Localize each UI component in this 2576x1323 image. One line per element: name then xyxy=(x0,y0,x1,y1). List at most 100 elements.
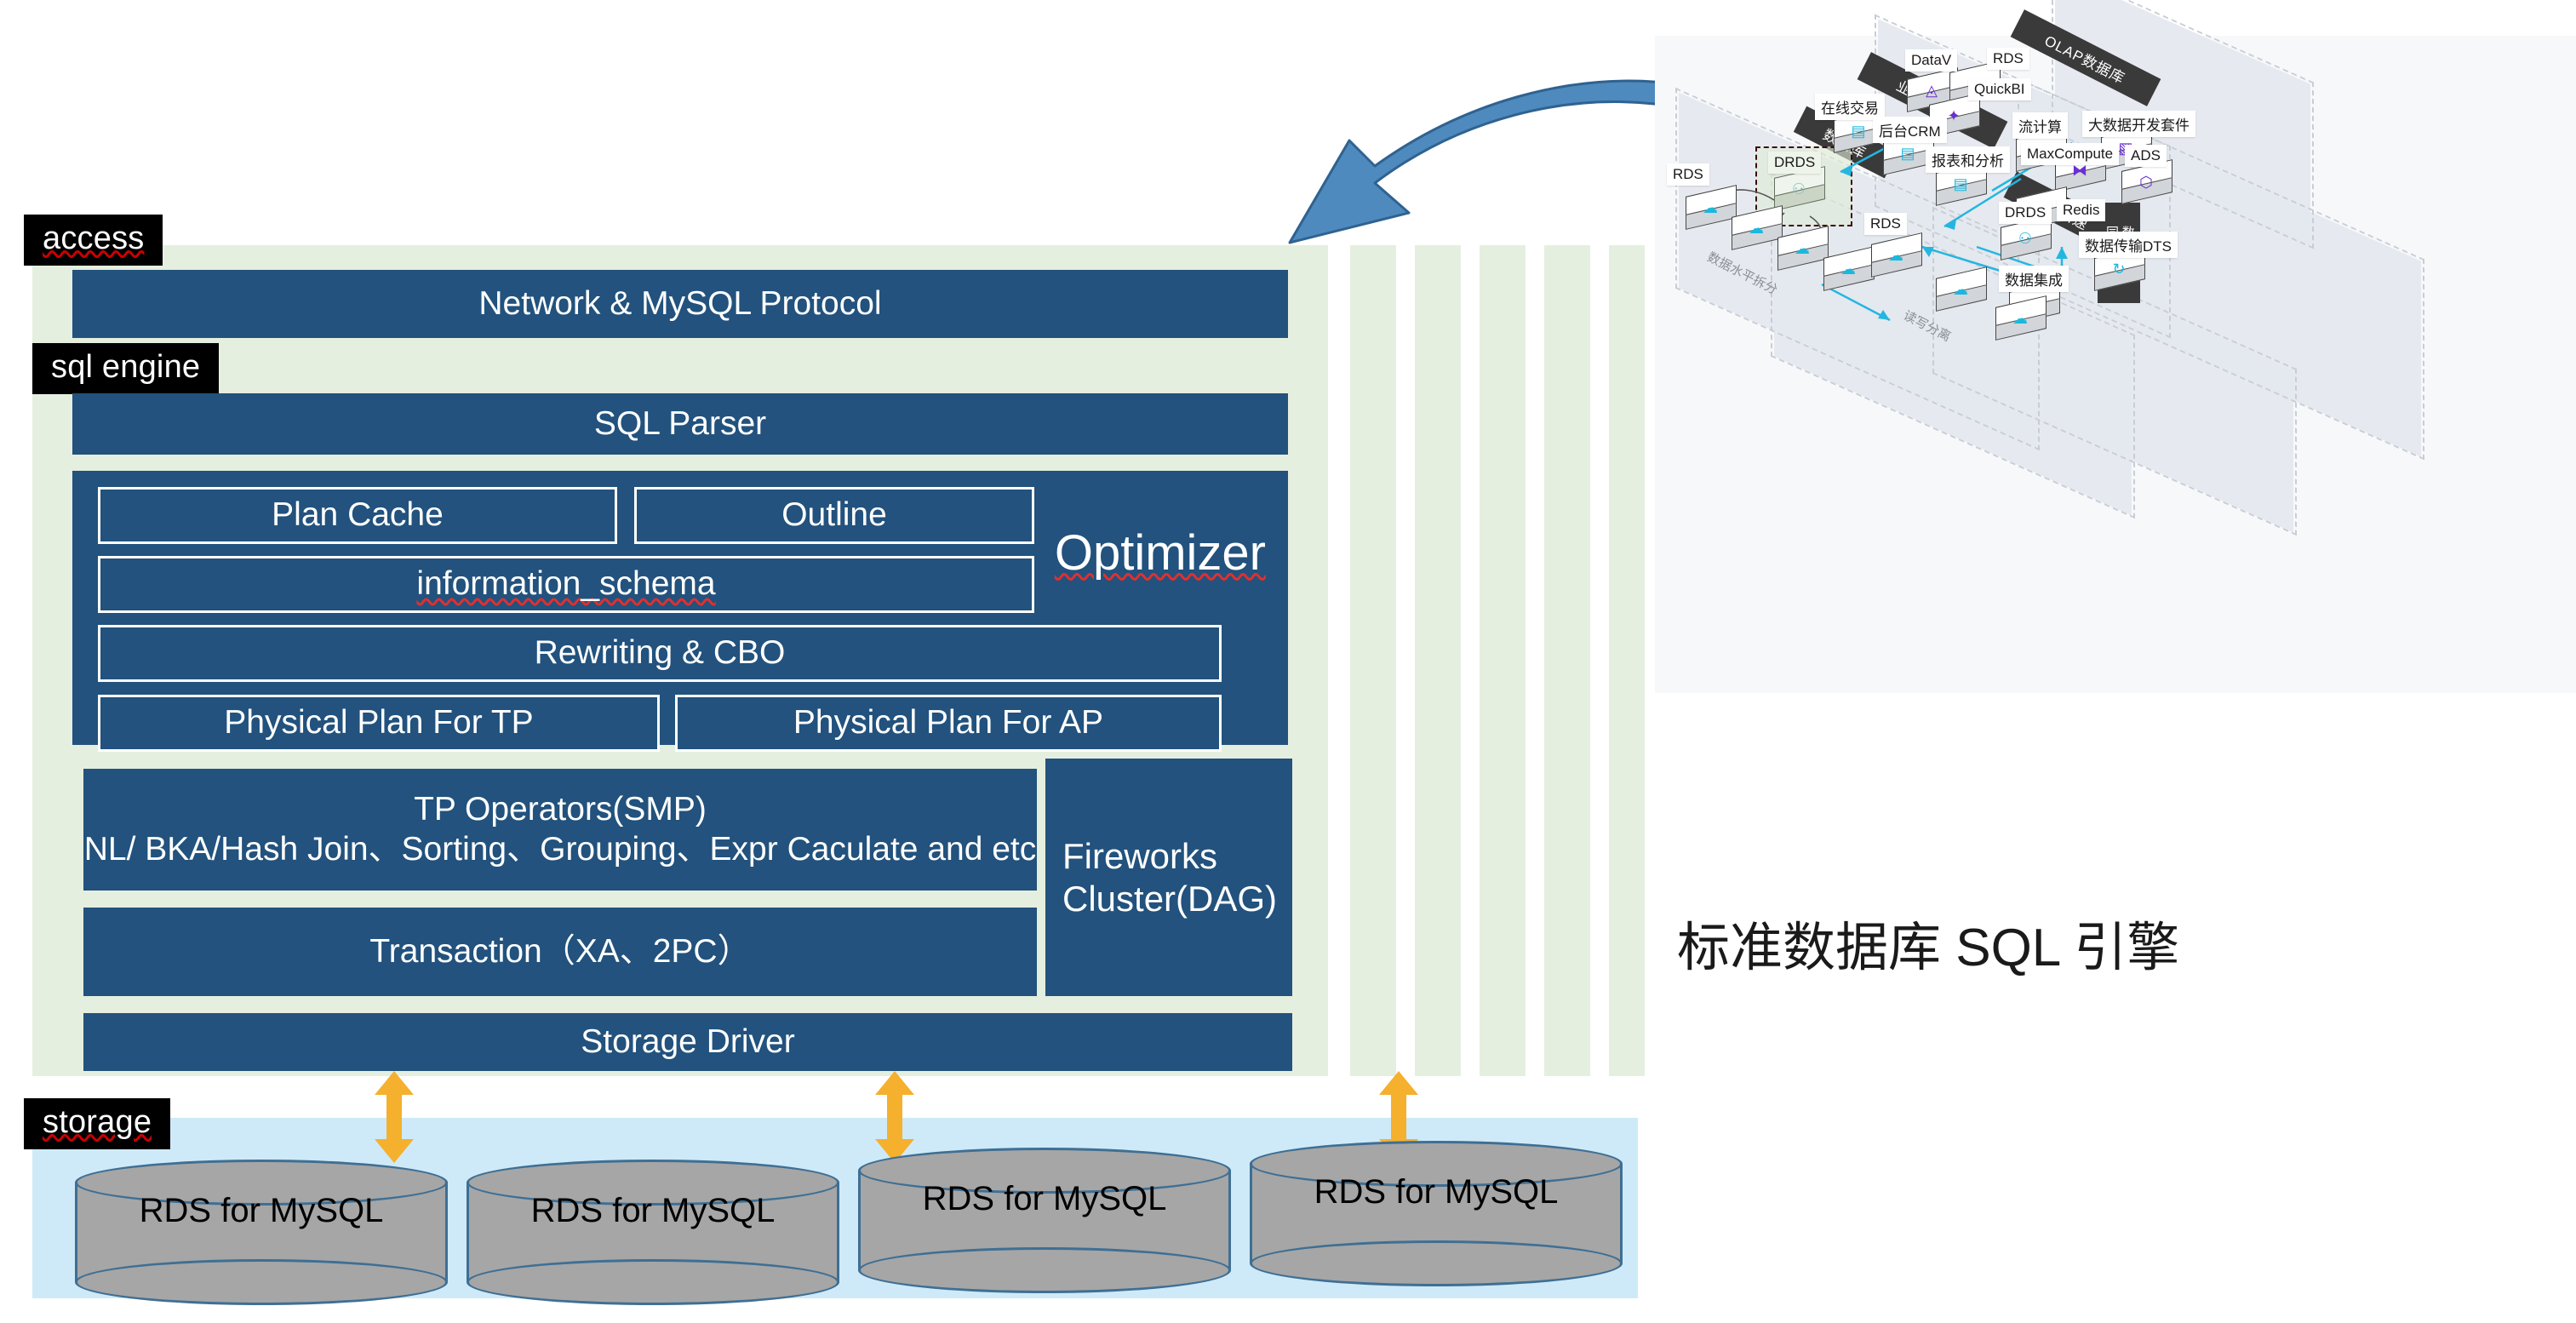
iso-chip-bigdata-suite: 大数据开发套件 xyxy=(2082,111,2195,137)
iso-chip-ads-label: ADS xyxy=(2131,147,2161,163)
block-information-schema: information_schema xyxy=(98,556,1034,613)
architecture-illustration-panel: 业务逻辑层 OLAP数据库 数据库 缓存加速 数据迁移 同步工具 DataV ◬… xyxy=(1655,0,2576,693)
green-strip-3 xyxy=(1480,245,1526,1076)
block-network-mysql-protocol-label: Network & MySQL Protocol xyxy=(478,284,882,322)
iso-chip-report-analysis: 报表和分析 xyxy=(1926,146,2010,173)
iso-chip-rds-olap-label: RDS xyxy=(1993,50,2024,66)
server-icon: ▤ xyxy=(1953,175,1968,192)
optimizer-group: Plan Cache Outline information_schema Re… xyxy=(72,471,1288,752)
iso-chip-data-integration: 数据集成 xyxy=(1999,266,2069,292)
iso-chip-bigdata-suite-label: 大数据开发套件 xyxy=(2088,117,2190,134)
block-fireworks-cluster-line2: Cluster(DAG) xyxy=(1062,878,1278,919)
rds-cloud-icon: ☁ xyxy=(1888,247,1903,264)
page-caption: 标准数据库 SQL 引擎 xyxy=(1677,904,2179,981)
cylinder-bottom-ellipse xyxy=(858,1247,1231,1293)
block-sql-parser-label: SQL Parser xyxy=(593,404,767,442)
iso-chip-online-trade-label: 在线交易 xyxy=(1821,100,1879,117)
iso-node-rds-rw-2: ☁ xyxy=(1936,266,1987,312)
iso-chip-datav: DataV xyxy=(1905,49,1958,72)
block-rewriting-cbo-label: Rewriting & CBO xyxy=(534,634,786,672)
ads-icon: ⬡ xyxy=(2139,174,2153,191)
iso-chip-datav-label: DataV xyxy=(1911,52,1952,68)
iso-node-rds-shard-2: ☁ xyxy=(1732,205,1783,250)
block-information-schema-label: information_schema xyxy=(416,565,716,603)
dts-icon: ↻ xyxy=(2112,261,2126,278)
green-strip-4 xyxy=(1544,245,1590,1076)
iso-chip-crm: 后台CRM xyxy=(1873,117,1947,143)
iso-chip-rds-rw: RDS xyxy=(1864,213,1907,235)
block-plan-cache: Plan Cache xyxy=(98,487,617,544)
cylinder-bottom-ellipse xyxy=(75,1259,448,1305)
layer-tag-access-label: access xyxy=(43,220,145,256)
storage-cylinder-3: RDS for MySQL xyxy=(858,1148,1231,1293)
iso-node-rds-rw-1: ☁ xyxy=(1871,232,1922,278)
green-strip-5 xyxy=(1609,245,1645,1076)
storage-cylinder-4-label: RDS for MySQL xyxy=(1314,1172,1559,1211)
rds-cloud-icon: ☁ xyxy=(1840,261,1856,278)
block-physical-plan-ap-label: Physical Plan For AP xyxy=(793,704,1104,742)
iso-chip-drds-rw-label: DRDS xyxy=(2005,204,2046,220)
quickbi-icon: ✦ xyxy=(1947,107,1961,124)
iso-chip-rds-rw-label: RDS xyxy=(1870,215,1901,232)
iso-chip-drds-main-label: DRDS xyxy=(1774,154,1816,170)
iso-chip-dts: 数据传输DTS xyxy=(2079,232,2178,258)
storage-cylinder-1: RDS for MySQL xyxy=(75,1160,448,1305)
block-fireworks-cluster-line1: Fireworks xyxy=(1062,835,1218,876)
iso-chip-redis-label: Redis xyxy=(2063,202,2100,218)
iso-node-rds-shard-4: ☁ xyxy=(1823,246,1875,291)
iso-chip-dts-label: 数据传输DTS xyxy=(2085,238,2172,255)
iso-chip-maxcompute: MaxCompute xyxy=(2021,143,2120,165)
iso-chip-data-integration-label: 数据集成 xyxy=(2005,272,2063,289)
drds-icon: ⚇ xyxy=(2018,230,2033,247)
iso-node-rds-shard-3: ☁ xyxy=(1777,226,1829,271)
block-storage-driver-label: Storage Driver xyxy=(581,1022,795,1060)
block-tp-operators-line1: TP Operators(SMP) xyxy=(414,791,707,828)
drds-icon: ⚇ xyxy=(1791,180,1806,198)
cylinder-bottom-ellipse xyxy=(467,1259,839,1305)
iso-node-ads: ⬡ xyxy=(2121,159,2172,204)
iso-chip-drds-rw: DRDS xyxy=(1999,202,2052,224)
datav-icon: ◬ xyxy=(1926,82,1938,99)
storage-cylinder-2-label: RDS for MySQL xyxy=(530,1191,776,1229)
iso-chip-maxcompute-label: MaxCompute xyxy=(2027,146,2114,162)
block-transaction-label: Transaction（XA、2PC） xyxy=(369,932,751,970)
rds-cloud-icon: ☁ xyxy=(1953,281,1968,298)
storage-cylinder-1-label: RDS for MySQL xyxy=(139,1191,384,1229)
block-plan-cache-label: Plan Cache xyxy=(272,496,444,534)
cylinder-bottom-ellipse xyxy=(1250,1240,1623,1286)
server-icon: ▤ xyxy=(1900,145,1915,162)
iso-chip-quickbi-label: QuickBI xyxy=(1974,81,2025,97)
iso-node-rds-shard-1: ☁ xyxy=(1686,185,1737,230)
iso-chip-ads: ADS xyxy=(2125,145,2167,167)
block-tp-operators-line2: NL/ BKA/Hash Join、Sorting、Grouping、Expr … xyxy=(83,830,1037,868)
layer-tag-sql-engine-label: sql engine xyxy=(51,349,201,385)
iso-chip-redis: Redis xyxy=(2057,199,2106,221)
green-strip-2 xyxy=(1415,245,1461,1076)
optimizer-label: Optimizer xyxy=(1055,529,1266,578)
block-physical-plan-tp: Physical Plan For TP xyxy=(98,695,660,752)
iso-chip-drds-main: DRDS xyxy=(1768,152,1822,174)
rds-cloud-icon: ☁ xyxy=(1795,240,1810,257)
block-transaction: Transaction（XA、2PC） xyxy=(83,908,1037,996)
block-rewriting-cbo: Rewriting & CBO xyxy=(98,625,1222,682)
iso-chip-quickbi: QuickBI xyxy=(1968,78,2031,100)
iso-chip-rds-olap: RDS xyxy=(1987,48,2029,70)
iso-chip-rds-shard-label: RDS xyxy=(1673,166,1703,182)
block-tp-operators: TP Operators(SMP) NL/ BKA/Hash Join、Sort… xyxy=(83,769,1037,891)
rds-cloud-icon: ☁ xyxy=(1749,220,1764,237)
block-physical-plan-ap: Physical Plan For AP xyxy=(675,695,1222,752)
page-caption-text: 标准数据库 SQL 引擎 xyxy=(1677,919,2180,977)
rds-cloud-icon: ☁ xyxy=(1703,199,1718,216)
iso-chip-rds-shard: RDS xyxy=(1667,163,1709,186)
block-sql-parser: SQL Parser xyxy=(72,393,1288,455)
block-fireworks-cluster: Fireworks Cluster(DAG) xyxy=(1045,759,1292,996)
layer-tag-storage: storage xyxy=(24,1098,171,1149)
layer-tag-access: access xyxy=(24,215,163,266)
green-strip-1 xyxy=(1350,245,1396,1076)
storage-cylinder-4: RDS for MySQL xyxy=(1250,1141,1623,1286)
iso-node-rds-rw-3: ☁ xyxy=(1995,295,2046,341)
storage-cylinder-2: RDS for MySQL xyxy=(467,1160,839,1305)
iso-chip-stream-compute-label: 流计算 xyxy=(2018,119,2062,135)
iso-chip-report-analysis-label: 报表和分析 xyxy=(1932,153,2004,169)
storage-cylinder-3-label: RDS for MySQL xyxy=(922,1179,1167,1217)
